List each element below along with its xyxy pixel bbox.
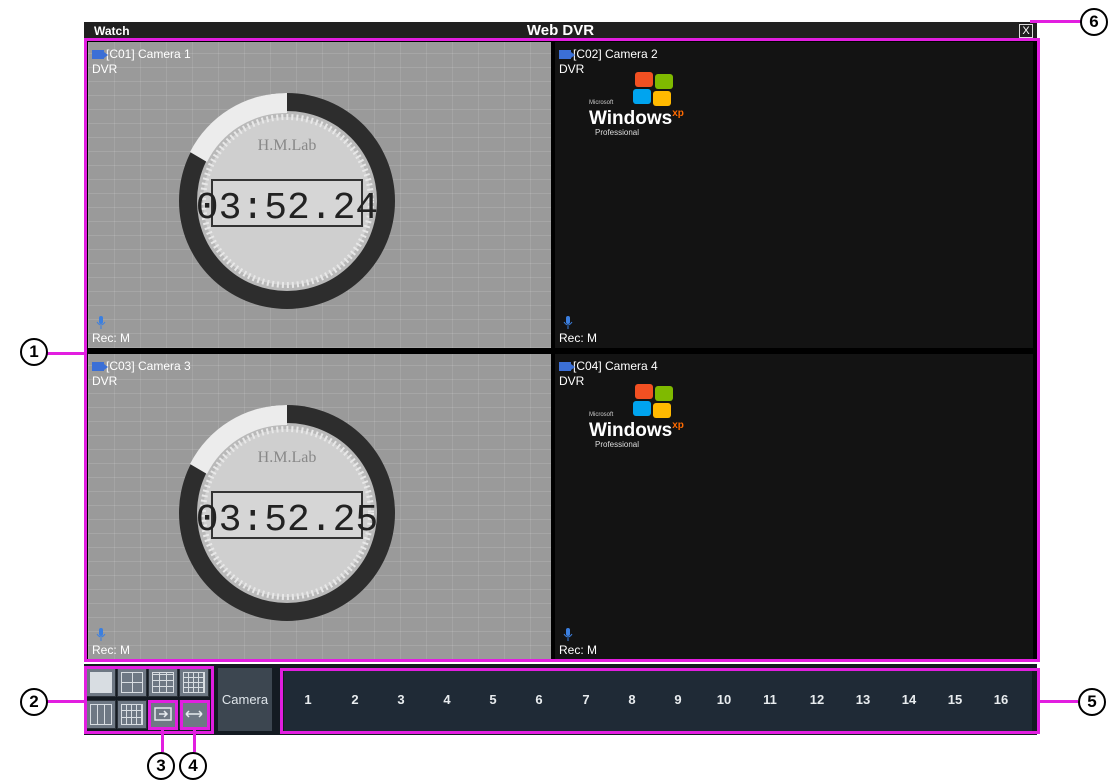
callout-2: 2 — [20, 688, 48, 716]
callout-6-leader — [1030, 20, 1082, 23]
callout-3: 3 — [147, 752, 175, 780]
camera-tab[interactable]: Camera — [218, 668, 272, 731]
callout-1-leader — [46, 352, 86, 355]
callout-1: 1 — [20, 338, 48, 366]
fullscreen-highlight — [180, 700, 210, 730]
window-title: Web DVR — [526, 22, 595, 39]
callout-6: 6 — [1080, 8, 1108, 36]
channel-bar-highlight — [280, 668, 1040, 734]
callout-5: 5 — [1078, 688, 1106, 716]
callout-3-leader — [161, 728, 164, 752]
callout-4-leader — [193, 728, 196, 752]
callout-2-leader — [46, 700, 86, 703]
sequence-highlight — [148, 700, 178, 730]
callout-5-leader — [1038, 700, 1078, 703]
close-button[interactable]: X — [1019, 24, 1033, 38]
callout-4: 4 — [179, 752, 207, 780]
video-area-highlight — [84, 38, 1040, 662]
